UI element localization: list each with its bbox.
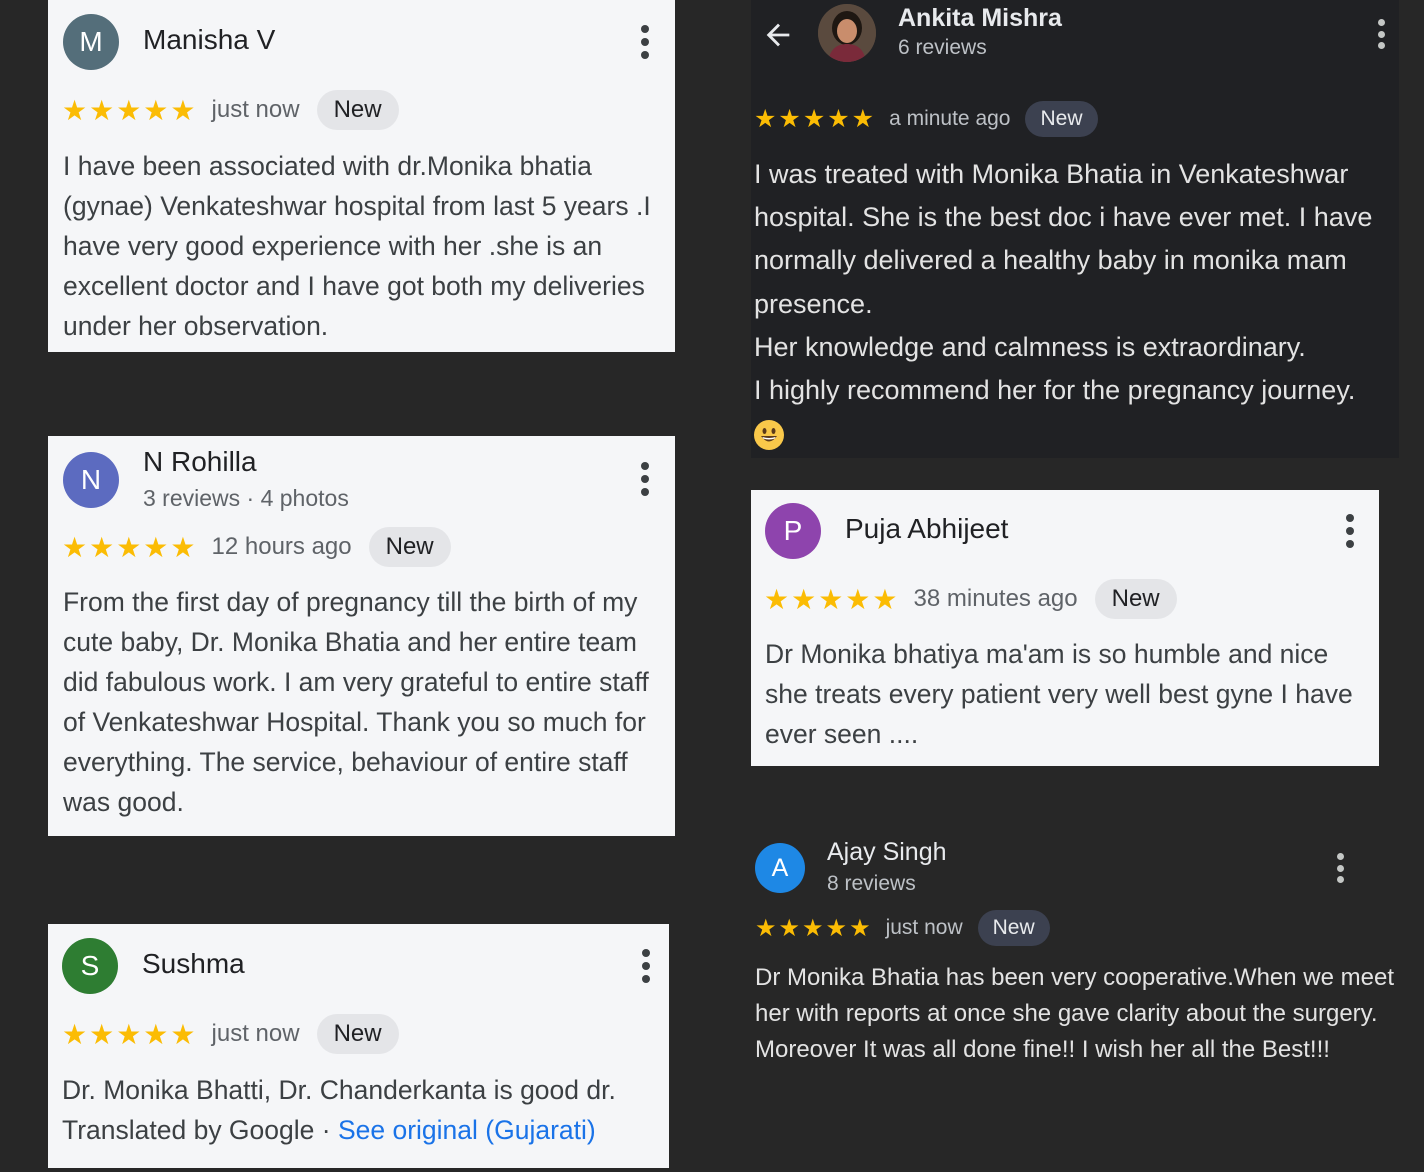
review-time: a minute ago bbox=[889, 107, 1011, 130]
more-options-icon[interactable] bbox=[1377, 19, 1385, 49]
reviewer-meta: 6 reviews bbox=[898, 36, 987, 59]
review-card: S Sushma ★★★★★ just now New Dr. Monika B… bbox=[48, 924, 669, 1168]
rating-row: ★★★★★ a minute ago New bbox=[754, 101, 1098, 137]
reviewer-name[interactable]: Ajay Singh bbox=[827, 838, 947, 867]
review-card: N N Rohilla 3 reviews · 4 photos ★★★★★ 1… bbox=[48, 436, 675, 836]
profile-photo[interactable] bbox=[818, 4, 876, 62]
review-text: From the first day of pregnancy till the… bbox=[63, 587, 649, 817]
review-text: I was treated with Monika Bhatia in Venk… bbox=[754, 153, 1414, 455]
reviewer-meta: 8 reviews bbox=[827, 872, 916, 895]
reviewer-name[interactable]: Sushma bbox=[142, 948, 245, 980]
more-options-icon[interactable] bbox=[640, 462, 650, 496]
star-rating: ★★★★★ bbox=[62, 94, 198, 126]
star-rating: ★★★★★ bbox=[754, 105, 877, 133]
translation-line: Translated by Google · See original (Guj… bbox=[62, 1110, 662, 1150]
rating-row: ★★★★★ just now New bbox=[62, 90, 399, 130]
separator: · bbox=[314, 1115, 338, 1145]
review-text: Dr Monika Bhatia has been very cooperati… bbox=[755, 964, 1394, 1063]
new-badge: New bbox=[977, 910, 1050, 946]
more-options-icon[interactable] bbox=[640, 25, 650, 59]
reviewer-name[interactable]: N Rohilla bbox=[143, 446, 257, 478]
review-time: 38 minutes ago bbox=[913, 585, 1078, 612]
review-card: M Manisha V ★★★★★ just now New I have be… bbox=[48, 0, 675, 352]
rating-row: ★★★★★ just now New bbox=[755, 910, 1050, 946]
star-rating: ★★★★★ bbox=[764, 583, 900, 615]
star-rating: ★★★★★ bbox=[62, 1018, 198, 1050]
review-time: just now bbox=[211, 1020, 300, 1047]
reviewer-name[interactable]: Puja Abhijeet bbox=[845, 513, 1008, 545]
rating-row: ★★★★★ 38 minutes ago New bbox=[764, 579, 1177, 619]
review-time: just now bbox=[885, 916, 963, 939]
see-original-link[interactable]: See original (Gujarati) bbox=[338, 1115, 596, 1145]
new-badge: New bbox=[1025, 101, 1098, 137]
star-rating: ★★★★★ bbox=[755, 914, 873, 942]
more-options-icon[interactable] bbox=[1336, 853, 1344, 883]
more-options-icon[interactable] bbox=[1345, 514, 1355, 548]
new-badge: New bbox=[316, 90, 399, 130]
translated-label: Translated by Google bbox=[62, 1115, 315, 1145]
grinning-face-icon bbox=[754, 420, 784, 451]
star-rating: ★★★★★ bbox=[62, 531, 198, 563]
review-text: Dr Monika bhatiya ma'am is so humble and… bbox=[765, 639, 1353, 749]
avatar[interactable]: M bbox=[63, 14, 119, 70]
review-text: I have been associated with dr.Monika bh… bbox=[63, 151, 651, 341]
reviewer-meta: 3 reviews · 4 photos bbox=[143, 485, 349, 511]
review-text: Dr. Monika Bhatti, Dr. Chanderkanta is g… bbox=[62, 1070, 662, 1150]
more-options-icon[interactable] bbox=[641, 949, 651, 983]
rating-row: ★★★★★ just now New bbox=[62, 1014, 399, 1054]
new-badge: New bbox=[1094, 579, 1177, 619]
avatar[interactable]: S bbox=[62, 938, 118, 994]
reviewer-name[interactable]: Ankita Mishra bbox=[898, 4, 1062, 33]
arrow-left-icon[interactable] bbox=[761, 18, 795, 52]
avatar[interactable]: A bbox=[755, 843, 805, 893]
review-card: P Puja Abhijeet ★★★★★ 38 minutes ago New… bbox=[751, 490, 1379, 766]
review-card: A Ajay Singh 8 reviews ★★★★★ just now Ne… bbox=[751, 830, 1399, 1120]
avatar[interactable]: P bbox=[765, 503, 821, 559]
new-badge: New bbox=[316, 1014, 399, 1054]
review-time: just now bbox=[211, 96, 300, 123]
review-time: 12 hours ago bbox=[211, 533, 352, 560]
reviewer-name[interactable]: Manisha V bbox=[143, 24, 275, 56]
rating-row: ★★★★★ 12 hours ago New bbox=[62, 527, 451, 567]
review-card: Ankita Mishra 6 reviews ★★★★★ a minute a… bbox=[751, 0, 1399, 458]
new-badge: New bbox=[368, 527, 451, 567]
avatar[interactable]: N bbox=[63, 452, 119, 508]
